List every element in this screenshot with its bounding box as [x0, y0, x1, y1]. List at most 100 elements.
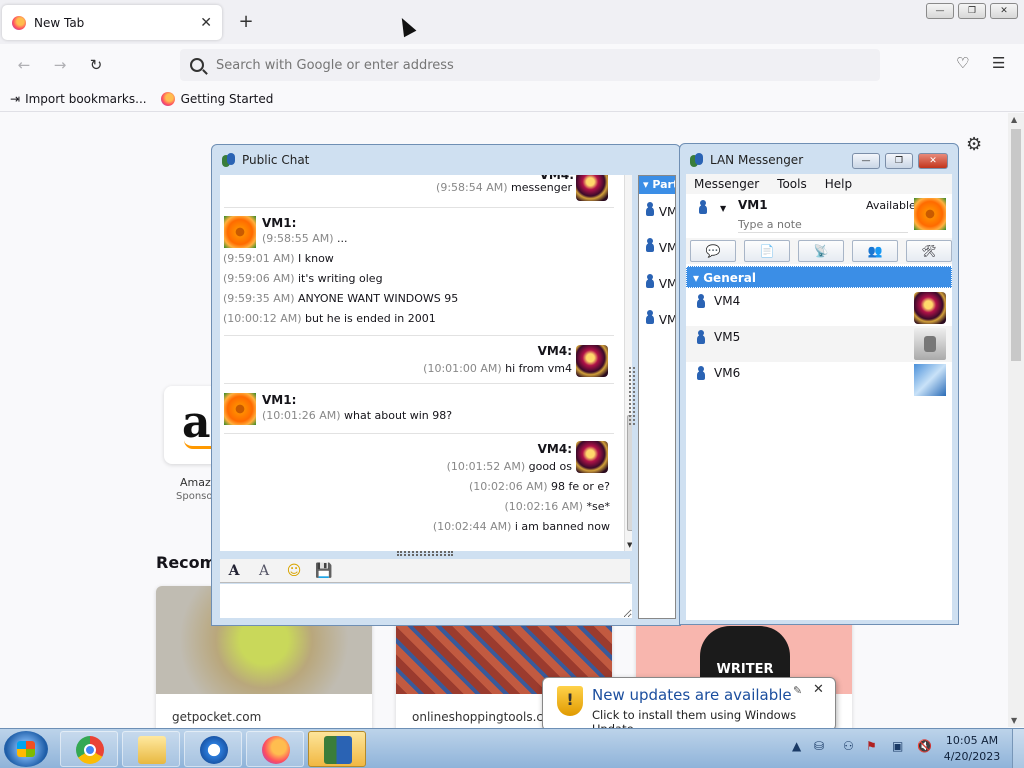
user-icon: [698, 200, 708, 214]
options-icon[interactable]: ✎: [793, 684, 802, 697]
bookmark-getting-started[interactable]: Getting Started: [160, 91, 274, 106]
scroll-down-icon[interactable]: ▼: [1011, 716, 1017, 725]
status-dropdown-icon[interactable]: ▼: [720, 204, 726, 213]
minimize-button[interactable]: —: [852, 153, 880, 169]
status-label[interactable]: Available: [866, 199, 916, 212]
add-contact-button[interactable]: 👥: [852, 240, 898, 262]
chat-message: VM4: (10:01:52 AM) good os: [220, 441, 572, 477]
taskbar-lan-messenger[interactable]: [308, 731, 366, 767]
avatar[interactable]: [914, 198, 946, 230]
avatar: [224, 216, 256, 248]
start-button[interactable]: [4, 731, 48, 767]
tools-button[interactable]: 🛠: [906, 240, 952, 262]
close-button[interactable]: ✕: [918, 153, 948, 169]
add-user-icon: 👥: [867, 244, 883, 258]
taskbar-explorer[interactable]: [122, 731, 180, 767]
collapse-arrow-icon: ▾: [643, 178, 653, 191]
message-sender: VM4:: [537, 344, 572, 358]
lan-messenger-tray-icon[interactable]: ⛁: [814, 739, 824, 753]
lan-messenger-body: Messenger Tools Help ▼ VM1 Available 💬 📄…: [686, 174, 952, 620]
message-text: but he is ended in 2001: [301, 312, 436, 325]
chat-format-toolbar: A A ☺ 💾: [220, 559, 630, 583]
bookmark-label: Getting Started: [180, 91, 274, 106]
participants-panel[interactable]: ▾ Part VM VM VM VM: [638, 175, 676, 619]
taskbar-chrome[interactable]: [60, 731, 118, 767]
window-title: Public Chat: [242, 153, 310, 167]
page-scrollbar[interactable]: ▲ ▼: [1008, 113, 1024, 727]
contact-item[interactable]: VM4: [686, 290, 952, 326]
minimize-button[interactable]: —: [926, 3, 954, 19]
lan-messenger-status-icon[interactable]: ⚇: [843, 739, 854, 753]
close-icon[interactable]: ✕: [813, 682, 824, 697]
chat-button[interactable]: 💬: [690, 240, 736, 262]
avatar: [914, 292, 946, 324]
splitter-grip[interactable]: [629, 367, 635, 425]
restore-button[interactable]: ❐: [958, 3, 986, 19]
system-clock[interactable]: 10:05 AM 4/20/2023: [942, 733, 1002, 765]
taskbar-firefox[interactable]: [246, 731, 304, 767]
menu-bar: Messenger Tools Help: [686, 174, 952, 194]
url-bar[interactable]: [180, 49, 880, 81]
message-time: (10:01:52 AM): [446, 460, 526, 473]
participant-item[interactable]: VM: [645, 202, 675, 219]
send-file-button[interactable]: 📄: [744, 240, 790, 262]
settings-gear-icon[interactable]: ⚙: [966, 134, 982, 155]
pocket-icon[interactable]: ♡: [956, 54, 969, 72]
chat-history-scrollbar[interactable]: ▼: [624, 175, 632, 551]
arrow-up-icon[interactable]: ▲: [792, 739, 801, 753]
menu-help[interactable]: Help: [825, 177, 852, 191]
maximize-button[interactable]: ❐: [885, 153, 913, 169]
message-time: (9:58:54 AM): [436, 181, 508, 194]
bookmark-label: Import bookmarks...: [25, 91, 147, 106]
contact-item[interactable]: VM6: [686, 362, 952, 398]
broadcast-button[interactable]: 📡: [798, 240, 844, 262]
bookmark-import[interactable]: ⇥ Import bookmarks...: [10, 92, 147, 106]
clock-time: 10:05 AM: [945, 734, 999, 747]
message-time: (10:02:16 AM): [504, 500, 584, 513]
scroll-up-icon[interactable]: ▲: [1011, 115, 1017, 124]
menu-messenger[interactable]: Messenger: [694, 177, 759, 191]
contact-name: VM4: [714, 294, 741, 308]
network-icon[interactable]: ▣: [892, 739, 903, 753]
close-button[interactable]: ✕: [990, 3, 1018, 19]
internet-explorer-icon: [200, 736, 228, 764]
show-desktop-button[interactable]: [1012, 729, 1024, 768]
save-icon[interactable]: 💾: [314, 563, 334, 579]
font-color-icon[interactable]: A: [254, 563, 274, 579]
chat-history[interactable]: VM4: (9:58:54 AM) messenger VM1: (9:58:5…: [220, 175, 632, 551]
splitter-grip[interactable]: [397, 551, 453, 556]
menu-tools[interactable]: Tools: [777, 177, 807, 191]
message-text: *se*: [583, 500, 610, 513]
public-chat-titlebar[interactable]: Public Chat: [212, 145, 680, 175]
volume-muted-icon[interactable]: 🔇: [917, 739, 932, 753]
participant-item[interactable]: VM: [645, 310, 675, 327]
scroll-thumb[interactable]: [1011, 129, 1021, 361]
tab-close-icon[interactable]: ✕: [200, 15, 212, 31]
participant-item[interactable]: VM: [645, 238, 675, 255]
window-title: LAN Messenger: [710, 153, 804, 167]
contact-item[interactable]: VM5: [686, 326, 952, 362]
lan-messenger-titlebar[interactable]: LAN Messenger — ❐ ✕: [680, 144, 958, 176]
chat-message-input[interactable]: [220, 584, 632, 618]
note-input[interactable]: [738, 217, 908, 233]
windows-update-notification[interactable]: ! New updates are available Click to ins…: [542, 677, 836, 736]
menu-hamburger-icon[interactable]: ☰: [992, 54, 1005, 72]
back-arrow-icon[interactable]: ←: [13, 54, 35, 76]
font-icon[interactable]: A: [224, 563, 244, 579]
firefox-icon: [262, 736, 290, 764]
emoticon-icon[interactable]: ☺: [284, 563, 304, 579]
contact-group-header[interactable]: ▾ General: [686, 266, 952, 288]
tab-new-tab[interactable]: New Tab ✕: [2, 5, 222, 40]
reload-icon[interactable]: ↻: [85, 54, 107, 76]
message-text: ...: [333, 232, 348, 245]
flag-icon[interactable]: ⚑: [866, 739, 877, 753]
lan-messenger-icon: [324, 736, 352, 764]
scroll-down-icon[interactable]: ▼: [627, 541, 632, 549]
scroll-thumb[interactable]: [627, 415, 632, 531]
url-input[interactable]: [216, 57, 816, 73]
taskbar-ie[interactable]: [184, 731, 242, 767]
participants-header[interactable]: ▾ Part: [639, 176, 675, 194]
new-tab-button[interactable]: +: [236, 11, 256, 32]
participant-item[interactable]: VM: [645, 274, 675, 291]
forward-arrow-icon[interactable]: →: [49, 54, 71, 76]
